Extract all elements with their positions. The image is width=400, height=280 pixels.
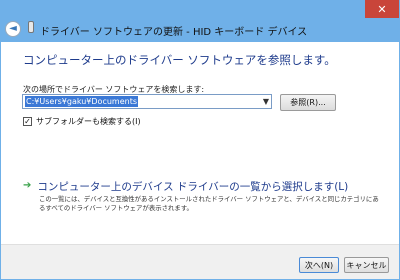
- browse-button[interactable]: 参照(R)...: [280, 94, 336, 111]
- dialog-footer: 次へ(N) キャンセル: [1, 244, 399, 279]
- window-title: ドライバー ソフトウェアの更新 - HID キーボード デバイス: [40, 27, 308, 38]
- main-panel: コンピューター上のドライバー ソフトウェアを参照します。 次の場所でドライバー …: [1, 42, 399, 244]
- green-arrow-icon: ➔: [23, 180, 32, 191]
- device-icon: [28, 21, 34, 33]
- search-path-value[interactable]: C:¥Users¥gaku¥Documents: [25, 96, 139, 107]
- search-path-combobox[interactable]: C:¥Users¥gaku¥Documents ▼: [22, 94, 272, 109]
- close-button[interactable]: ✕: [365, 0, 399, 18]
- include-subfolders-label[interactable]: サブフォルダーも検索する(I): [36, 116, 141, 127]
- pick-from-list-label[interactable]: コンピューター上のデバイス ドライバーの一覧から選択します(L): [37, 179, 348, 194]
- page-heading: コンピューター上のドライバー ソフトウェアを参照します。: [23, 53, 336, 67]
- include-subfolders-checkbox[interactable]: ✓: [23, 116, 32, 126]
- back-arrow-icon[interactable]: ◄: [5, 21, 21, 37]
- include-subfolders-option[interactable]: ✓ サブフォルダーも検索する(I): [23, 115, 141, 127]
- pick-from-list-link[interactable]: ➔ コンピューター上のデバイス ドライバーの一覧から選択します(L): [23, 179, 348, 193]
- next-button[interactable]: 次へ(N): [299, 257, 339, 273]
- driver-update-window: ◄ ドライバー ソフトウェアの更新 - HID キーボード デバイス ✕ コンピ…: [0, 0, 400, 280]
- title-bar: ◄ ドライバー ソフトウェアの更新 - HID キーボード デバイス ✕: [0, 0, 400, 44]
- chevron-down-icon[interactable]: ▼: [263, 97, 269, 106]
- pick-from-list-description: この一覧には、デバイスと互換性があるインストールされたドライバー ソフトウェアと…: [39, 195, 379, 212]
- cancel-button[interactable]: キャンセル: [344, 257, 389, 273]
